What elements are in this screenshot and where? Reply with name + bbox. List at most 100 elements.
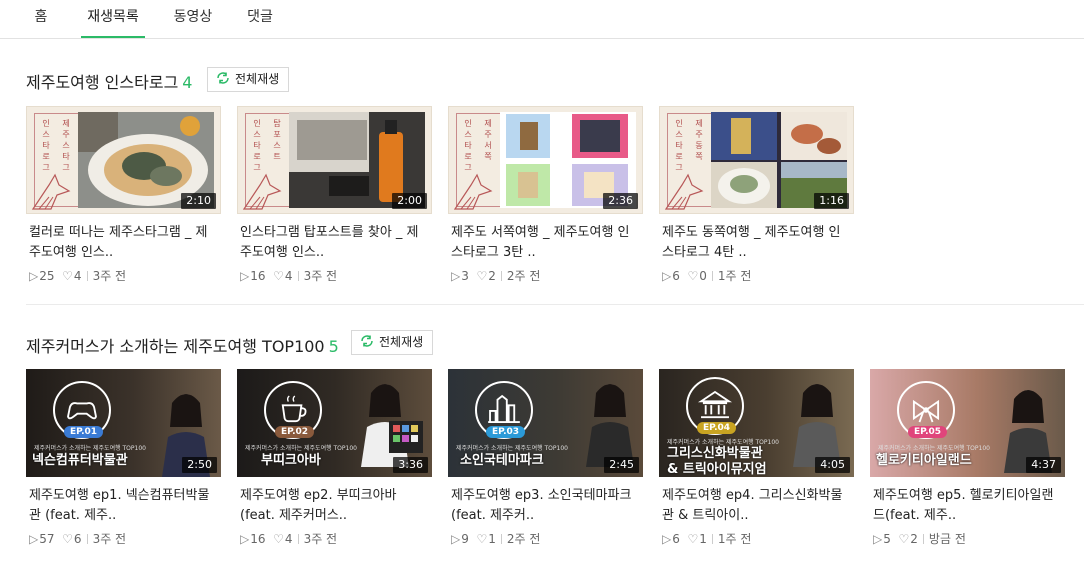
episode-place-name: 넥슨컴퓨터박물관 bbox=[32, 453, 128, 468]
heart-icon: ♡ bbox=[62, 532, 73, 546]
video-title[interactable]: 제주도여행 ep5. 헬로키티아일랜드(feat. 제주.. bbox=[873, 486, 1063, 526]
heart-icon: ♡ bbox=[273, 532, 284, 546]
upload-time: 3주 전 bbox=[303, 532, 338, 546]
video-title[interactable]: 제주도여행 ep3. 소인국테마파크 (feat. 제주커.. bbox=[451, 486, 641, 526]
play-all-label: 전체재생 bbox=[379, 335, 424, 349]
upload-time: 1주 전 bbox=[717, 269, 752, 283]
like-count: 2 bbox=[910, 532, 918, 546]
playlist-title-text: 제주도여행 인스타로그 bbox=[26, 73, 179, 92]
upload-time: 2주 전 bbox=[506, 532, 541, 546]
video-duration: 1:16 bbox=[814, 193, 849, 209]
video-thumbnail[interactable]: EP.02 제주커머스가 소개하는 제주도여행 TOP100 부띠크아바 3:3… bbox=[237, 369, 432, 477]
upload-time: 3주 전 bbox=[303, 269, 338, 283]
video-title[interactable]: 제주도여행 ep4. 그리스신화박물관 & 트릭아이.. bbox=[662, 486, 852, 526]
video-thumbnail[interactable]: EP.05 제주커머스가 소개하는 제주도여행 TOP100 헬로키티아일랜드 … bbox=[870, 369, 1065, 477]
play-count: 57 bbox=[39, 532, 55, 546]
episode-place-name: 소인국테마파크 bbox=[460, 453, 544, 468]
heart-icon: ♡ bbox=[476, 269, 488, 283]
video-title[interactable]: 인스타그램 탑포스트를 찾아 _ 제주도여행 인스.. bbox=[240, 223, 430, 263]
video-duration: 4:37 bbox=[1026, 457, 1061, 473]
episode-subtitle: 제주커머스가 소개하는 제주도여행 TOP100 bbox=[878, 445, 990, 452]
heart-icon: ♡ bbox=[898, 532, 910, 546]
upload-time: 1주 전 bbox=[717, 532, 752, 546]
like-count: 2 bbox=[488, 269, 496, 283]
video-duration: 2:00 bbox=[392, 193, 427, 209]
video-duration: 2:45 bbox=[604, 457, 639, 473]
video-duration: 2:36 bbox=[603, 193, 638, 209]
video-title[interactable]: 제주도여행 ep2. 부띠크아바 (feat. 제주커머스.. bbox=[240, 486, 430, 526]
video-thumbnail[interactable]: EP.01 제주커머스가 소개하는 제주도여행 TOP100 넥슨컴퓨터박물관 … bbox=[26, 369, 221, 477]
play-icon: ▷ bbox=[451, 532, 461, 546]
play-count: 25 bbox=[39, 269, 55, 283]
heart-icon: ♡ bbox=[687, 532, 699, 546]
video-title[interactable]: 제주도 서쪽여행 _ 제주도여행 인스타로그 3탄 .. bbox=[451, 223, 641, 263]
episode-subtitle: 제주커머스가 소개하는 제주도여행 TOP100 bbox=[456, 445, 568, 452]
playlist-title[interactable]: 제주커머스가 소개하는 제주도여행 TOP100 5 bbox=[26, 333, 339, 357]
tab-comments[interactable]: 댓글 bbox=[238, 0, 282, 38]
like-count: 4 bbox=[284, 269, 293, 283]
heart-icon: ♡ bbox=[273, 269, 284, 283]
heart-icon: ♡ bbox=[687, 269, 699, 283]
playlist-count: 4 bbox=[182, 73, 193, 92]
episode-subtitle: 제주커머스가 소개하는 제주도여행 TOP100 bbox=[245, 445, 357, 452]
episode-badge: EP.04 bbox=[697, 422, 737, 434]
play-icon: ▷ bbox=[240, 532, 250, 546]
play-count: 16 bbox=[250, 532, 266, 546]
video-duration: 2:10 bbox=[181, 193, 216, 209]
playlist-count: 5 bbox=[328, 337, 339, 356]
episode-badge: EP.01 bbox=[64, 426, 104, 438]
heart-icon: ♡ bbox=[62, 269, 73, 283]
bird-illustration-icon bbox=[453, 173, 493, 210]
section-divider bbox=[26, 304, 1084, 305]
tab-playlists[interactable]: 재생목록 bbox=[81, 0, 145, 38]
video-meta: ▷9 ♡1 2주 전 bbox=[451, 530, 540, 547]
video-title[interactable]: 컬러로 떠나는 제주스타그램 _ 제주도여행 인스.. bbox=[29, 223, 219, 263]
episode-subtitle: 제주커머스가 소개하는 제주도여행 TOP100 bbox=[667, 439, 779, 446]
play-count: 3 bbox=[461, 269, 469, 283]
video-thumbnail[interactable]: 인스타로그 탑포스트 2:00 bbox=[237, 106, 432, 214]
episode-place-name: 헬로키티아일랜드 bbox=[876, 453, 972, 468]
tab-videos[interactable]: 동영상 bbox=[166, 0, 220, 38]
video-duration: 4:05 bbox=[815, 457, 850, 473]
like-count: 6 bbox=[73, 532, 82, 546]
video-meta: ▷3 ♡2 2주 전 bbox=[451, 267, 540, 284]
video-meta: ▷16 ♡4 3주 전 bbox=[240, 267, 337, 284]
episode-badge: EP.02 bbox=[275, 426, 315, 438]
like-count: 4 bbox=[284, 532, 293, 546]
video-meta: ▷6 ♡1 1주 전 bbox=[662, 530, 751, 547]
episode-place-name: 부띠크아바 bbox=[261, 453, 321, 468]
play-count: 6 bbox=[672, 269, 680, 283]
playlist-title-text: 제주커머스가 소개하는 제주도여행 TOP100 bbox=[26, 337, 325, 356]
like-count: 1 bbox=[488, 532, 496, 546]
video-thumbnail[interactable]: 인스타로그 제주서쪽 2:36 bbox=[448, 106, 643, 214]
like-count: 4 bbox=[73, 269, 82, 283]
tab-home[interactable]: 홈 bbox=[26, 0, 56, 38]
bird-illustration-icon bbox=[242, 173, 282, 210]
play-icon: ▷ bbox=[29, 269, 39, 283]
upload-time: 3주 전 bbox=[92, 269, 127, 283]
video-title[interactable]: 제주도여행 ep1. 넥슨컴퓨터박물관 (feat. 제주.. bbox=[29, 486, 219, 526]
video-thumbnail[interactable]: 인스타로그 제주동쪽 1:16 bbox=[659, 106, 854, 214]
episode-place-name-line-1: 그리스신화박물관 bbox=[667, 446, 763, 461]
presenter-figure bbox=[793, 384, 841, 467]
video-title[interactable]: 제주도 동쪽여행 _ 제주도여행 인스타로그 4탄 .. bbox=[662, 223, 852, 263]
video-thumbnail[interactable]: EP.04 제주커머스가 소개하는 제주도여행 TOP100 그리스신화박물관 … bbox=[659, 369, 854, 477]
repeat-icon bbox=[217, 72, 229, 84]
like-count: 1 bbox=[699, 532, 707, 546]
video-thumbnail[interactable]: 인스타로그 제주스타그 2:10 bbox=[26, 106, 221, 214]
play-icon: ▷ bbox=[662, 269, 672, 283]
play-all-button[interactable]: 전체재생 bbox=[207, 67, 290, 92]
repeat-icon bbox=[361, 335, 373, 347]
tab-bar: 홈 재생목록 동영상 댓글 bbox=[0, 0, 1084, 39]
heart-icon: ♡ bbox=[476, 532, 488, 546]
upload-time: 3주 전 bbox=[92, 532, 127, 546]
play-icon: ▷ bbox=[29, 532, 39, 546]
play-all-label: 전체재생 bbox=[235, 72, 280, 86]
playlist-title[interactable]: 제주도여행 인스타로그 4 bbox=[26, 69, 192, 93]
video-thumbnail[interactable]: EP.03 제주커머스가 소개하는 제주도여행 TOP100 소인국테마파크 2… bbox=[448, 369, 643, 477]
color-cards-prop bbox=[389, 421, 423, 453]
video-meta: ▷6 ♡0 1주 전 bbox=[662, 267, 751, 284]
play-all-button[interactable]: 전체재생 bbox=[351, 330, 434, 355]
play-count: 9 bbox=[461, 532, 469, 546]
like-count: 0 bbox=[699, 269, 707, 283]
